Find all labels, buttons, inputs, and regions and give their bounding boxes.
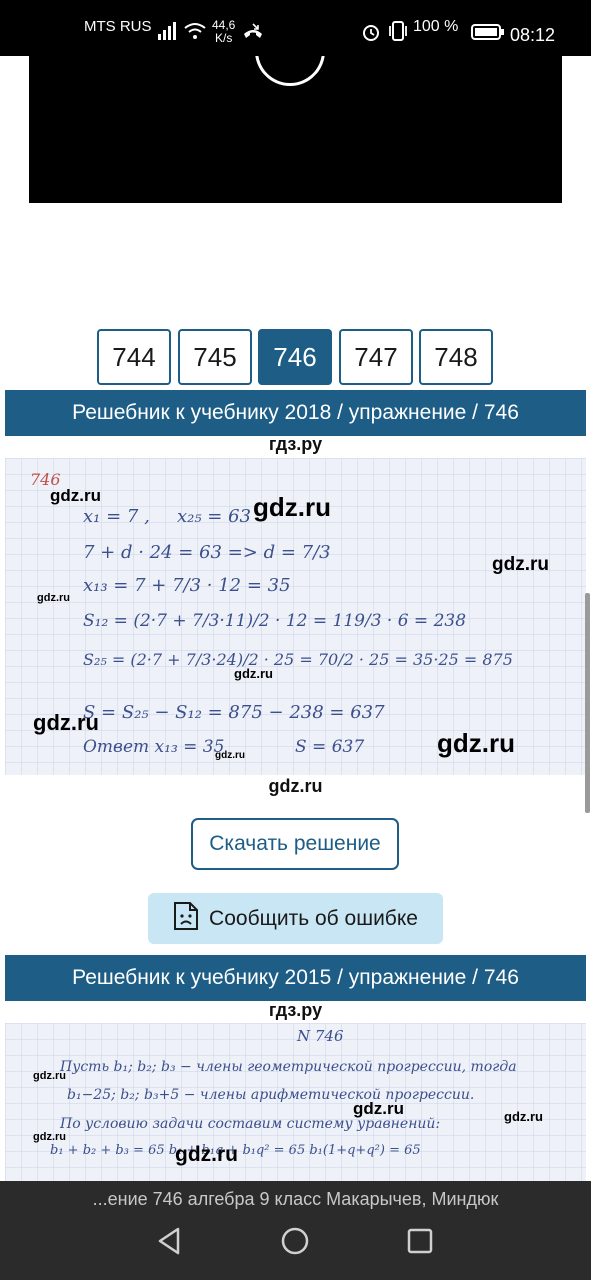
gdz-caption-top: гдз.ру [268, 434, 323, 454]
hw-line-4: S₁₂ = (2·7 + 7/3·11)/2 · 12 = 119/3 · 6 … [83, 611, 467, 631]
watermark: gdz.ru [504, 1109, 543, 1124]
download-solution-button[interactable]: Скачать решение [191, 818, 399, 870]
battery-percent: 100 % [413, 18, 459, 35]
watermark: gdz.ru [33, 1070, 66, 1082]
hw-line-5: S₂₅ = (2·7 + 7/3·24)/2 · 25 = 70/2 · 25 … [83, 650, 513, 669]
watermark: gdz.ru [353, 1099, 404, 1118]
hw-line-1: Пусть b₁; b₂; b₃ − члены геометрической … [60, 1059, 517, 1075]
gdz-caption-bottom: gdz.ru [268, 776, 323, 796]
sad-document-icon [173, 901, 199, 937]
back-icon[interactable] [155, 1225, 183, 1262]
carrier-label: MTS RUS [84, 18, 152, 35]
signal-icon [158, 22, 178, 45]
watermark: gdz.ru [175, 1143, 238, 1166]
scrollbar[interactable] [585, 593, 590, 813]
battery-icon [471, 24, 505, 45]
loading-spinner-icon [240, 56, 340, 101]
hw-line-3: x₁₃ = 7 + 7/3 · 12 = 35 [83, 575, 291, 596]
page-button-744[interactable]: 744 [97, 329, 171, 385]
page-button-745[interactable]: 745 [178, 329, 252, 385]
hw-line-6: S = S₂₅ − S₁₂ = 875 − 238 = 637 [83, 702, 385, 723]
page-url-title[interactable]: ...ение 746 алгебра 9 класс Макарычев, М… [0, 1189, 591, 1210]
watermark: gdz.ru [492, 554, 549, 575]
missed-call-icon [242, 22, 264, 45]
watermark: gdz.ru [234, 666, 273, 681]
vibrate-icon [387, 21, 409, 46]
hw-line-7b: S = 637 [295, 737, 365, 757]
hw-line-2: 7 + d · 24 = 63 => d = 7/3 [83, 542, 331, 563]
report-error-button[interactable]: Сообщить об ошибке [148, 893, 443, 944]
network-speed: 44,6 K/s [212, 19, 235, 45]
solution-image-2018[interactable]: 746 x₁ = 7 , x₂₅ = 63 7 + d · 24 = 63 =>… [5, 458, 586, 775]
report-error-label: Сообщить об ошибке [209, 906, 418, 930]
recents-icon[interactable] [405, 1225, 435, 1262]
bottom-bar: ...ение 746 алгебра 9 класс Макарычев, М… [0, 1181, 591, 1280]
gdz-caption-top-2015: гдз.ру [268, 1000, 323, 1020]
video-player[interactable] [29, 56, 562, 203]
page-button-746-active[interactable]: 746 [258, 329, 332, 385]
hw-line-7a: Ответ x₁₃ = 35 [83, 737, 225, 757]
watermark: gdz.ru [33, 1131, 66, 1143]
page-button-747[interactable]: 747 [339, 329, 413, 385]
watermark: gdz.ru [50, 486, 101, 505]
section-header-2015: Решебник к учебнику 2015 / упражнение / … [5, 955, 586, 1001]
hw-line-1a: x₁ = 7 , [83, 506, 150, 527]
clock: 08:12 [510, 25, 556, 45]
watermark: gdz.ru [37, 592, 70, 604]
status-bar: MTS RUS 44,6 K/s 100 % 08:12 [0, 0, 591, 56]
alarm-icon [361, 22, 381, 47]
hw-line-1b: x₂₅ = 63 [177, 506, 252, 527]
speed-unit: K/s [215, 31, 233, 45]
watermark: gdz.ru [33, 710, 99, 735]
watermark: gdz.ru [253, 492, 331, 522]
page-button-748[interactable]: 748 [419, 329, 493, 385]
watermark: gdz.ru [215, 750, 245, 761]
solution-image-2015[interactable]: N 746 Пусть b₁; b₂; b₃ − члены геометрич… [5, 1023, 586, 1181]
problem-number: N 746 [297, 1027, 344, 1045]
speed-value: 44,6 [212, 18, 236, 32]
section-header-2018: Решебник к учебнику 2018 / упражнение / … [5, 390, 586, 436]
wifi-icon [183, 22, 207, 45]
home-icon[interactable] [280, 1225, 310, 1262]
hw-line-2: b₁−25; b₂; b₃+5 − члены арифметической п… [67, 1087, 475, 1103]
watermark: gdz.ru [437, 728, 515, 758]
